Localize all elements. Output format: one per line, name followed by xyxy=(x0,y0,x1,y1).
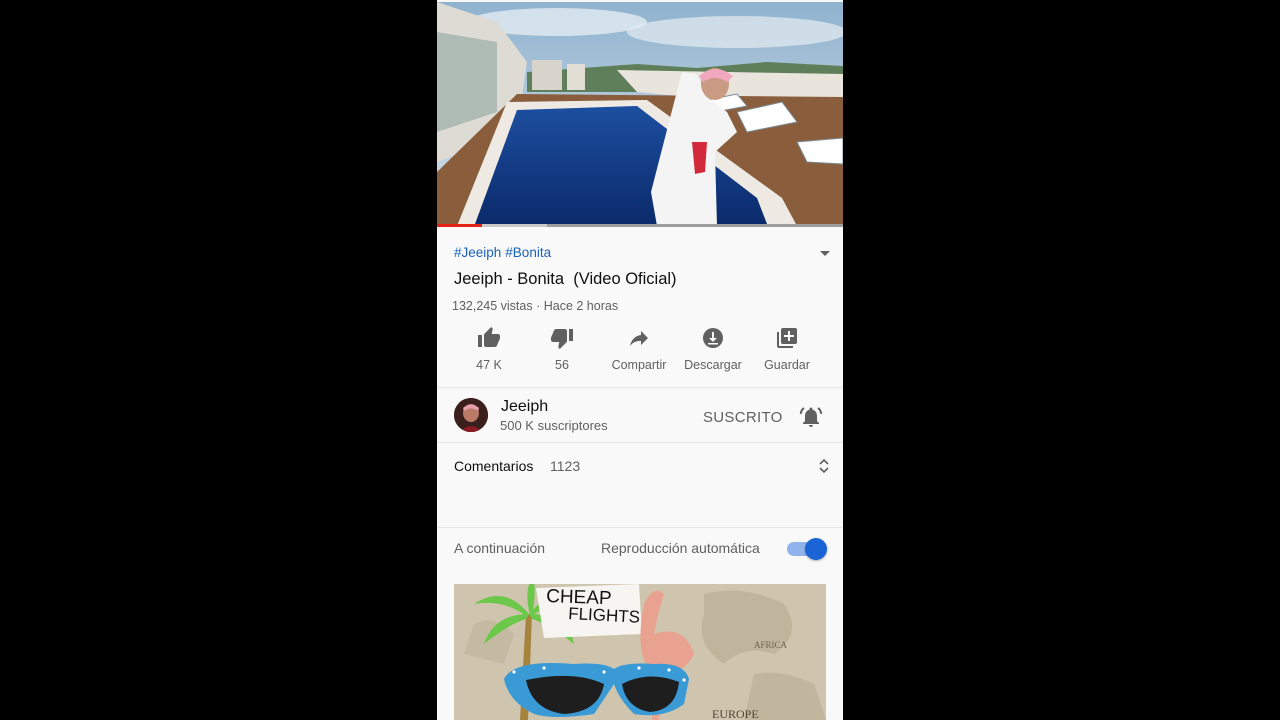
expand-comments-icon[interactable] xyxy=(818,457,830,475)
like-button[interactable]: 47 K xyxy=(452,326,526,372)
hashtag-link[interactable]: #Bonita xyxy=(505,245,551,260)
action-bar: 47 K 56 Compartir Descargar Guardar xyxy=(437,326,843,374)
hashtag-link[interactable]: #Jeeiph xyxy=(454,245,501,260)
thumbs-down-icon xyxy=(551,329,573,349)
dislike-button[interactable]: 56 xyxy=(525,326,599,372)
up-next-header: A continuación Reproducción automática xyxy=(437,528,843,568)
video-progress-bar[interactable] xyxy=(437,224,843,227)
save-button[interactable]: Guardar xyxy=(750,326,824,372)
map-label-africa: AFRICA xyxy=(754,640,788,650)
thumbnail-text-flights: FLIGHTS xyxy=(568,604,641,627)
download-label: Descargar xyxy=(684,358,742,372)
video-title: Jeeiph - Bonita (Video Oficial) xyxy=(454,270,677,288)
autoplay-label: Reproducción automática xyxy=(601,540,760,556)
share-label: Compartir xyxy=(611,358,667,372)
channel-row[interactable]: Jeeiph 500 K suscriptores SUSCRITO xyxy=(437,389,843,442)
video-frame xyxy=(437,2,843,226)
comments-count: 1123 xyxy=(550,458,581,474)
playlist-add-icon xyxy=(777,328,797,348)
download-icon xyxy=(703,328,723,348)
channel-avatar[interactable] xyxy=(454,398,488,432)
autoplay-toggle[interactable] xyxy=(787,538,827,560)
divider xyxy=(437,387,843,388)
share-arrow-icon xyxy=(630,331,648,346)
comments-section[interactable]: Comentarios 1123 xyxy=(437,443,843,527)
thumbnail-image: AFRICA EUROPE CHEAP FLIGHTS xyxy=(454,584,826,720)
video-player[interactable] xyxy=(437,2,843,226)
map-label-europe: EUROPE xyxy=(712,707,759,720)
save-label: Guardar xyxy=(764,358,810,372)
thumbs-up-icon xyxy=(478,327,500,347)
hashtags: #Jeeiph #Bonita xyxy=(454,245,555,260)
phone-screen: #Jeeiph #Bonita Jeeiph - Bonita (Video Of… xyxy=(437,0,843,720)
played-bar xyxy=(437,224,482,227)
like-count: 47 K xyxy=(476,358,502,372)
comments-label: Comentarios xyxy=(454,458,534,474)
next-video-thumbnail[interactable]: AFRICA EUROPE CHEAP FLIGHTS xyxy=(454,584,826,720)
share-button[interactable]: Compartir xyxy=(602,326,676,372)
dislike-count: 56 xyxy=(555,358,569,372)
buffered-bar xyxy=(482,224,547,227)
expand-description-icon[interactable] xyxy=(818,246,832,260)
download-button[interactable]: Descargar xyxy=(676,326,750,372)
up-next-label: A continuación xyxy=(454,540,546,556)
toggle-knob xyxy=(805,538,827,560)
subscriber-count: 500 K suscriptores xyxy=(500,418,608,433)
video-meta: 132,245 vistas · Hace 2 horas xyxy=(452,299,619,313)
channel-name[interactable]: Jeeiph xyxy=(501,398,548,416)
notification-bell-icon[interactable] xyxy=(799,405,823,429)
subscribed-button[interactable]: SUSCRITO xyxy=(703,409,783,426)
